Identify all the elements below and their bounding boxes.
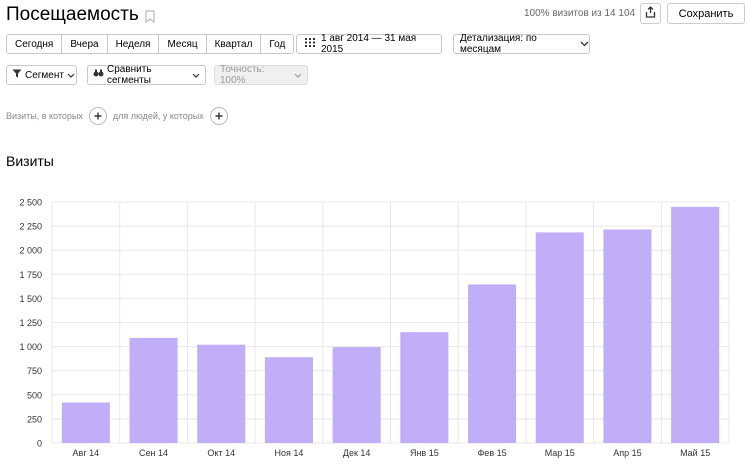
calendar-icon: [305, 38, 315, 50]
plus-icon: [215, 112, 223, 120]
visits-stats: 100% визитов из 14 104: [524, 8, 636, 19]
x-tick-label: Авг 14: [73, 448, 100, 458]
period-button[interactable]: Год: [261, 35, 294, 53]
bar: [264, 357, 313, 443]
visits-filter: Визиты, в которых для людей, у которых: [6, 106, 228, 126]
bar: [197, 344, 246, 443]
bar: [603, 229, 652, 443]
compare-label: Сравнить сегменты: [107, 64, 152, 86]
x-tick-label: Фев 15: [477, 448, 506, 458]
x-tick-label: Сен 14: [139, 448, 168, 458]
compare-icon: [93, 69, 104, 81]
bookmark-icon[interactable]: [145, 9, 155, 23]
y-tick-label: 1 750: [19, 270, 42, 280]
chevron-down-icon: [580, 39, 589, 50]
x-tick-label: Апр 15: [613, 448, 641, 458]
title-row: Посещаемость: [6, 3, 155, 27]
add-people-condition-button[interactable]: [209, 107, 228, 125]
save-button[interactable]: Сохранить: [667, 3, 745, 24]
bar: [468, 284, 517, 443]
y-tick-label: 0: [37, 439, 42, 449]
segment-label: Сегмент: [25, 69, 64, 81]
date-range-label: 1 авг 2014 — 31 мая 2015: [321, 33, 417, 55]
visits-filter-label: Визиты, в которых: [6, 111, 83, 121]
y-tick-label: 1 250: [19, 318, 42, 328]
period-selector: Сегодня Вчера Неделя Месяц Квартал Год: [6, 34, 295, 54]
date-range-button[interactable]: 1 авг 2014 — 31 мая 2015: [296, 33, 442, 55]
y-tick-label: 750: [27, 366, 42, 376]
y-tick-label: 1 000: [19, 342, 42, 352]
chevron-down-icon: [294, 70, 302, 81]
x-tick-label: Дек 14: [343, 448, 371, 458]
accuracy-label: Точность: 100%: [220, 64, 265, 86]
bar: [129, 337, 178, 443]
y-tick-label: 2 500: [19, 198, 42, 208]
y-tick-label: 500: [27, 390, 42, 400]
x-tick-label: Мар 15: [545, 448, 575, 458]
bar: [400, 332, 449, 443]
bar: [671, 206, 720, 443]
period-button[interactable]: Вчера: [62, 35, 108, 53]
period-button[interactable]: Сегодня: [7, 35, 63, 53]
share-button[interactable]: [640, 3, 661, 24]
y-tick-label: 2 000: [19, 246, 42, 256]
y-tick-label: 250: [27, 414, 42, 424]
section-title: Визиты: [6, 153, 54, 169]
page-title: Посещаемость: [6, 4, 139, 25]
add-visits-condition-button[interactable]: [88, 107, 107, 125]
detail-dropdown[interactable]: Детализация: по месяцам: [453, 33, 590, 55]
detail-label: Детализация: по месяцам: [460, 33, 537, 55]
x-tick-label: Ноя 14: [275, 448, 304, 458]
period-button[interactable]: Квартал: [206, 35, 262, 53]
people-filter-label: для людей, у которых: [112, 111, 204, 121]
period-button[interactable]: Месяц: [159, 35, 207, 53]
chevron-down-icon: [67, 70, 75, 81]
segment-button[interactable]: Сегмент: [6, 65, 77, 85]
period-button[interactable]: Неделя: [107, 35, 160, 53]
compare-segments-button[interactable]: Сравнить сегменты: [87, 64, 206, 86]
funnel-icon: [12, 69, 22, 81]
visits-bar-chart: 0 250 500 750 1 000 1 250 1 500 1 750 2 000 2 250…: [19, 198, 730, 458]
bar: [61, 402, 110, 443]
plus-icon: [94, 112, 102, 120]
x-tick-label: Май 15: [680, 448, 710, 458]
y-tick-label: 1 500: [19, 294, 42, 304]
bar: [535, 232, 584, 443]
x-tick-label: Окт 14: [207, 448, 235, 458]
x-tick-label: Янв 15: [410, 448, 439, 458]
chevron-down-icon: [192, 70, 200, 81]
accuracy-dropdown[interactable]: Точность: 100%: [214, 64, 308, 86]
bar: [332, 347, 381, 443]
share-icon: [645, 5, 656, 23]
y-tick-label: 2 250: [19, 222, 42, 232]
